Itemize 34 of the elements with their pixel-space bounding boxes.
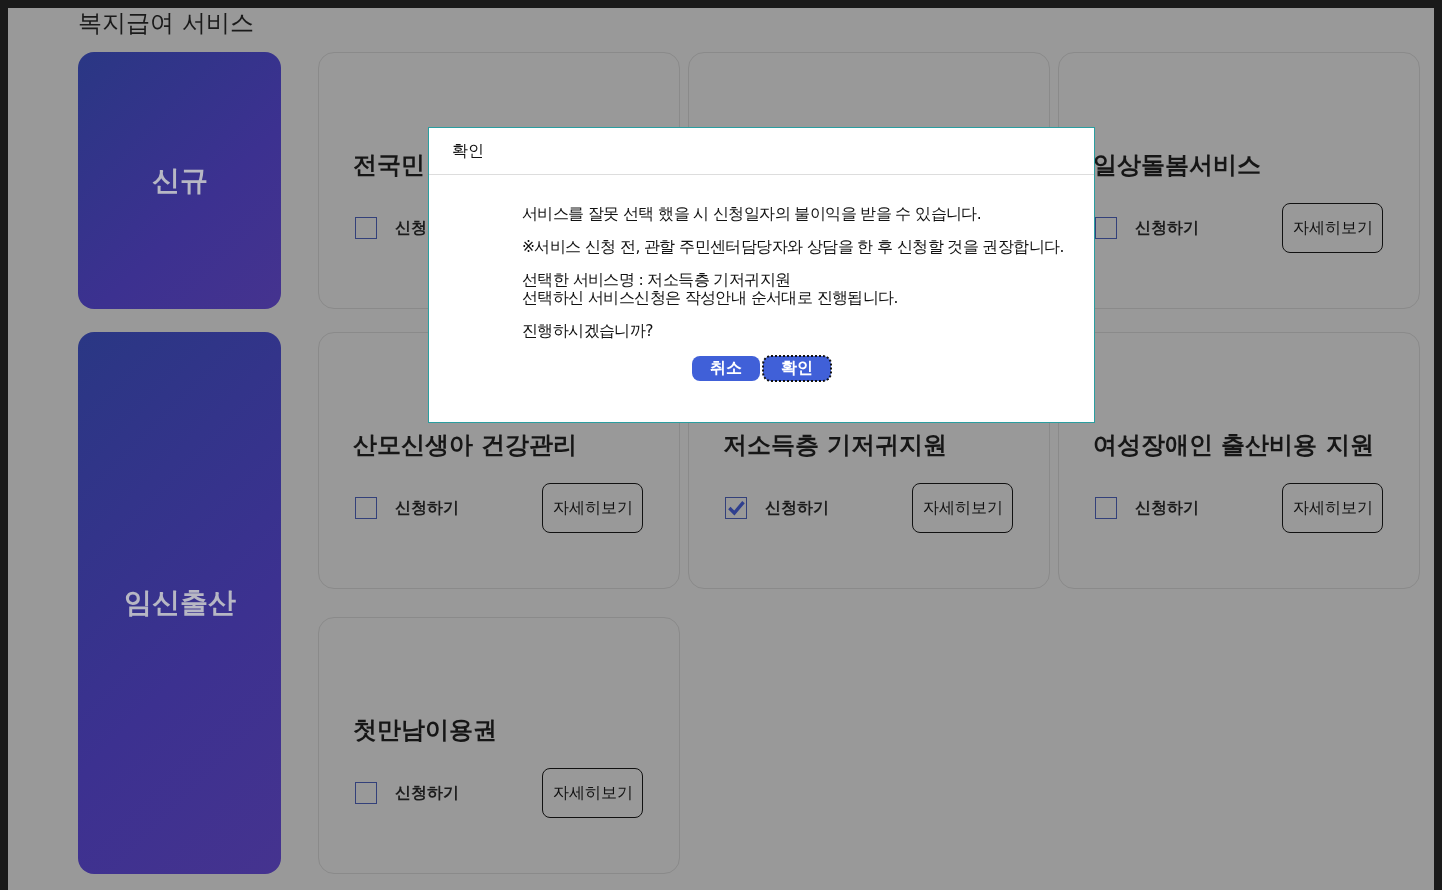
service-title: 여성장애인 출산비용 지원	[1093, 430, 1374, 461]
page-title: 복지급여 서비스	[78, 8, 255, 39]
apply-checkbox[interactable]	[355, 217, 377, 239]
details-button[interactable]: 자세히보기	[912, 483, 1013, 533]
apply-checkbox[interactable]	[725, 497, 747, 519]
dialog-message: 진행하시겠습니까?	[522, 322, 654, 340]
details-button[interactable]: 자세히보기	[542, 768, 643, 818]
service-title: 일상돌봄서비스	[1093, 150, 1261, 181]
dialog-button[interactable]: 확인	[763, 356, 831, 381]
apply-label: 신청	[395, 217, 427, 239]
service-title: 전국민	[353, 150, 425, 181]
service-title: 저소득층 기저귀지원	[723, 430, 948, 461]
apply-checkbox[interactable]	[1095, 217, 1117, 239]
service-title: 첫만남이용권	[353, 715, 497, 746]
dialog-message: ※서비스 신청 전, 관할 주민센터담당자와 상담을 한 후 신청할 것을 권장합니다.	[522, 238, 1065, 256]
apply-checkbox[interactable]	[1095, 497, 1117, 519]
apply-label: 신청하기	[395, 497, 459, 519]
apply-label: 신청하기	[1135, 217, 1199, 239]
service-title: 산모신생아 건강관리	[353, 430, 578, 461]
dialog-message: 선택하신 서비스신청은 작성안내 순서대로 진행됩니다.	[522, 289, 899, 307]
category-tile: 임신출산	[78, 332, 281, 874]
details-button[interactable]: 자세히보기	[542, 483, 643, 533]
details-button[interactable]: 자세히보기	[1282, 203, 1383, 253]
apply-label: 신청하기	[765, 497, 829, 519]
apply-label: 신청하기	[395, 782, 459, 804]
apply-label: 신청하기	[1135, 497, 1199, 519]
dialog-message: 서비스를 잘못 선택 했을 시 신청일자의 불이익을 받을 수 있습니다.	[522, 205, 983, 223]
details-button[interactable]: 자세히보기	[1282, 483, 1383, 533]
dialog-button[interactable]: 취소	[692, 356, 760, 381]
dialog-message: 선택한 서비스명 : 저소득층 기저귀지원	[522, 271, 792, 289]
category-tile: 신규	[78, 52, 281, 309]
apply-checkbox[interactable]	[355, 497, 377, 519]
dialog-title: 확인	[429, 128, 1094, 175]
apply-checkbox[interactable]	[355, 782, 377, 804]
